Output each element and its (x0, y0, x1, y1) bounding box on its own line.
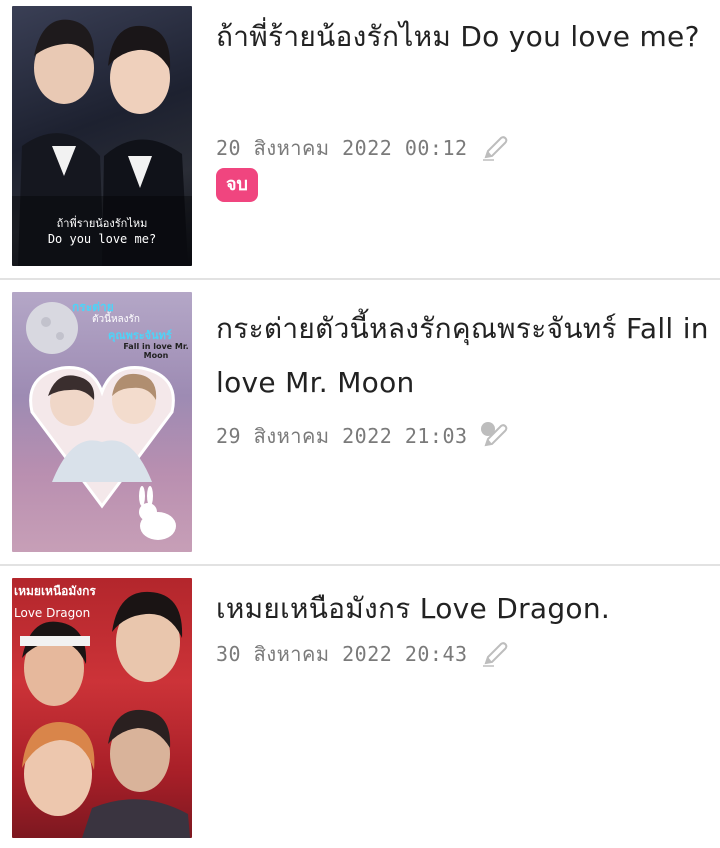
story-meta: 20 สิงหาคม 2022 00:12 (216, 132, 510, 164)
cover-title-english: Do you love me? (47, 232, 157, 246)
cover-title-thai: เหมยเหนือมังกร (14, 584, 96, 598)
story-item[interactable]: เหมยเหนือมังกร Love Dragon เหมยเหนือมังก… (0, 566, 720, 848)
story-cover[interactable]: กระต่าย ตัวนี้หลงรัก คุณพระจันทร์ Fall i… (12, 292, 192, 552)
completed-badge: จบ (216, 168, 258, 202)
pen-icon (480, 133, 510, 163)
pen-icon (480, 639, 510, 669)
story-meta: 30 สิงหาคม 2022 20:43 (216, 638, 510, 670)
story-title[interactable]: ถ้าพี่ร้ายน้องรักไหม Do you love me? (216, 10, 710, 64)
story-date: 30 สิงหาคม 2022 20:43 (216, 642, 468, 666)
joy-pen-icon (480, 421, 510, 451)
story-list: ถ้าพี่รายน้องรักไหม Do you love me? ถ้าพ… (0, 0, 720, 848)
cover-title-english: Love Dragon (14, 606, 91, 620)
story-item[interactable]: กระต่าย ตัวนี้หลงรัก คุณพระจันทร์ Fall i… (0, 280, 720, 564)
cover-title-thai: ถ้าพี่รายน้องรักไหม (56, 217, 148, 230)
story-title[interactable]: กระต่ายตัวนี้หลงรักคุณพระจันทร์ Fall in … (216, 302, 710, 410)
story-date: 20 สิงหาคม 2022 00:12 (216, 136, 468, 160)
story-cover[interactable]: เหมยเหนือมังกร Love Dragon (12, 578, 192, 838)
story-meta: 29 สิงหาคม 2022 21:03 (216, 420, 510, 452)
story-title[interactable]: เหมยเหนือมังกร Love Dragon. (216, 582, 710, 636)
cover-title-english: Fall in love Mr. Moon (123, 342, 189, 360)
story-item[interactable]: ถ้าพี่รายน้องรักไหม Do you love me? ถ้าพ… (0, 0, 720, 278)
cover-title-line2: ตัวนี้หลงรัก (92, 314, 140, 325)
story-cover[interactable]: ถ้าพี่รายน้องรักไหม Do you love me? (12, 6, 192, 266)
story-date: 29 สิงหาคม 2022 21:03 (216, 424, 468, 448)
